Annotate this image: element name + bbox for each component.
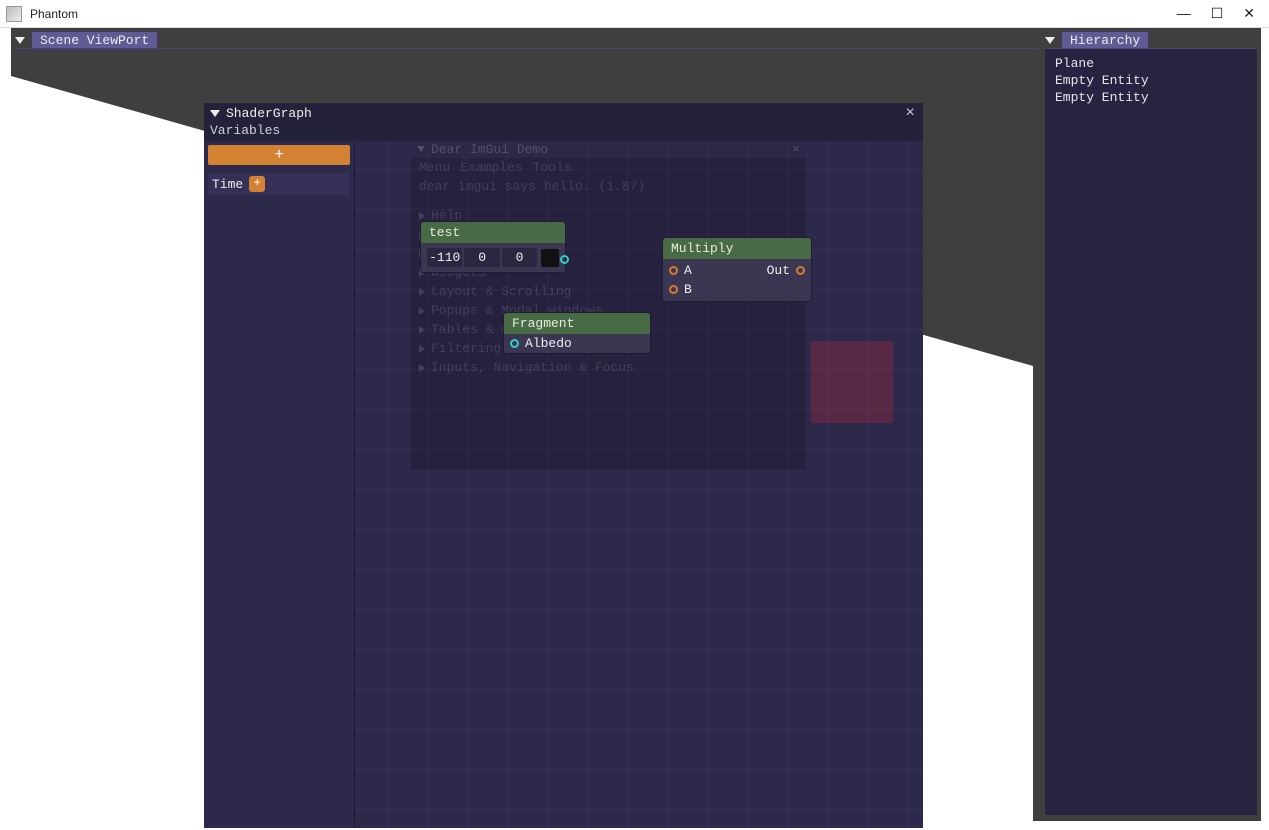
hierarchy-item[interactable]: Empty Entity bbox=[1055, 89, 1247, 106]
drag-value-x[interactable]: -110 bbox=[427, 248, 462, 267]
hierarchy-item[interactable]: Plane bbox=[1055, 55, 1247, 72]
hierarchy-tab[interactable]: Hierarchy bbox=[1061, 31, 1149, 50]
node-test[interactable]: test -110 0 0 bbox=[420, 221, 566, 273]
input-label: B bbox=[684, 282, 692, 297]
drag-value-y[interactable]: 0 bbox=[464, 248, 499, 267]
ghost-menu-item: Menu bbox=[419, 160, 450, 175]
hierarchy-item[interactable]: Empty Entity bbox=[1055, 72, 1247, 89]
ghost-menu-item: Tools bbox=[533, 160, 572, 175]
hierarchy-list: Plane Empty Entity Empty Entity bbox=[1045, 49, 1257, 112]
collapse-icon[interactable] bbox=[210, 110, 220, 117]
ghost-entry: Filtering bbox=[431, 341, 501, 356]
node-title[interactable]: Multiply bbox=[663, 238, 811, 259]
node-title[interactable]: test bbox=[421, 222, 565, 243]
app-title: Phantom bbox=[30, 7, 78, 21]
variable-name: Time bbox=[212, 177, 243, 192]
hierarchy-panel: Plane Empty Entity Empty Entity bbox=[1045, 49, 1257, 815]
ghost-entry: Layout & Scrolling bbox=[431, 284, 571, 299]
scene-viewport-tab[interactable]: Scene ViewPort bbox=[31, 31, 158, 50]
output-port[interactable] bbox=[796, 266, 805, 275]
variable-row[interactable]: Time + bbox=[208, 173, 350, 195]
shadergraph-subtitle: Variables bbox=[204, 123, 923, 142]
collapse-icon[interactable] bbox=[1045, 37, 1055, 44]
output-label: Out bbox=[767, 263, 790, 278]
inner-stage: Scene ViewPort Hierarchy Plane Empty Ent… bbox=[11, 28, 1261, 821]
ghost-line: dear imgui says hello. (1.87) bbox=[411, 177, 806, 196]
ghost-close-icon: × bbox=[792, 142, 800, 157]
scene-viewport-tab-row: Scene ViewPort bbox=[15, 31, 158, 49]
input-port-albedo[interactable] bbox=[510, 339, 519, 348]
node-multiply[interactable]: Multiply A Out B bbox=[662, 237, 812, 302]
maximize-button[interactable]: ☐ bbox=[1211, 5, 1224, 22]
shadergraph-window: ShaderGraph × Variables + Time + bbox=[204, 103, 923, 828]
collapse-icon[interactable] bbox=[15, 37, 25, 44]
ghost-entry: Inputs, Navigation & Focus bbox=[431, 360, 634, 375]
window-controls: — ☐ ✕ bbox=[1177, 5, 1263, 22]
input-label: Albedo bbox=[525, 336, 572, 351]
node-fragment[interactable]: Fragment Albedo bbox=[503, 312, 651, 354]
drag-value-z[interactable]: 0 bbox=[502, 248, 537, 267]
shadergraph-sidebar: + Time + bbox=[204, 141, 355, 828]
minimize-button[interactable]: — bbox=[1177, 5, 1191, 22]
app-icon bbox=[6, 6, 22, 22]
separator bbox=[15, 48, 1039, 49]
ghost-menu-item: Examples bbox=[460, 160, 522, 175]
app-area: Scene ViewPort Hierarchy Plane Empty Ent… bbox=[0, 28, 1269, 823]
close-icon[interactable]: × bbox=[903, 104, 917, 122]
input-port-a[interactable] bbox=[669, 266, 678, 275]
hierarchy-tab-row: Hierarchy bbox=[1045, 31, 1149, 49]
input-port-b[interactable] bbox=[669, 285, 678, 294]
input-label: A bbox=[684, 263, 692, 278]
window-titlebar: Phantom — ☐ ✕ bbox=[0, 0, 1269, 28]
shadergraph-canvas[interactable]: Dear ImGui Demo × Menu Examples Tools de… bbox=[355, 141, 923, 828]
ghost-red-square bbox=[811, 341, 893, 423]
shadergraph-header[interactable]: ShaderGraph × bbox=[204, 103, 923, 123]
color-swatch[interactable] bbox=[541, 249, 559, 267]
output-port[interactable] bbox=[560, 255, 569, 264]
ghost-title: Dear ImGui Demo bbox=[431, 142, 548, 157]
variable-add-button[interactable]: + bbox=[249, 176, 265, 192]
add-variable-button[interactable]: + bbox=[208, 145, 350, 165]
close-button[interactable]: ✕ bbox=[1243, 5, 1255, 22]
shadergraph-title: ShaderGraph bbox=[226, 106, 312, 121]
ghost-imgui-window: Dear ImGui Demo × Menu Examples Tools de… bbox=[410, 141, 807, 471]
shadergraph-body: + Time + Dear ImGui Demo × bbox=[204, 141, 923, 828]
node-title[interactable]: Fragment bbox=[504, 313, 650, 334]
